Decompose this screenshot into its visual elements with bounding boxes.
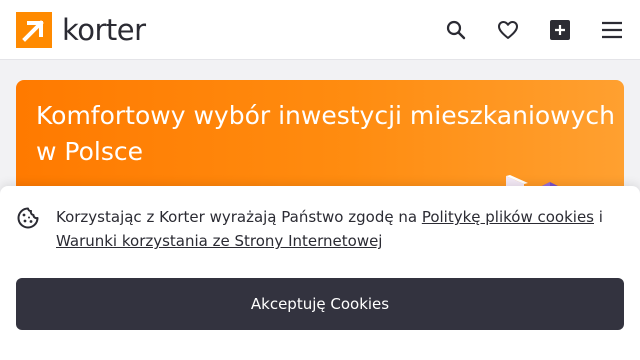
terms-of-use-link[interactable]: Warunki korzystania ze Strony Internetow…: [56, 232, 382, 250]
top-header: korter: [0, 0, 640, 60]
plus-square-icon[interactable]: [548, 18, 572, 42]
cookie-text-prefix: Korzystając z Korter wyrażają Państwo zg…: [56, 208, 422, 226]
cookie-icon: [16, 206, 40, 230]
korter-logo[interactable]: korter: [16, 12, 146, 48]
hero-title: Komfortowy wybór inwestycji mieszkaniowy…: [36, 101, 616, 166]
accept-cookies-button[interactable]: Akceptuję Cookies: [16, 278, 624, 330]
cookie-policy-link[interactable]: Politykę plików cookies: [422, 208, 594, 226]
hamburger-menu-icon[interactable]: [600, 18, 624, 42]
logo-arrow-icon: [16, 12, 52, 48]
heart-icon[interactable]: [496, 18, 520, 42]
cookie-consent-panel: Korzystając z Korter wyrażają Państwo zg…: [0, 186, 640, 360]
cookie-text-conjunction: i: [594, 208, 603, 226]
logo-wordmark: korter: [62, 13, 146, 47]
cookie-consent-text: Korzystając z Korter wyrażają Państwo zg…: [56, 205, 616, 253]
search-icon[interactable]: [444, 18, 468, 42]
